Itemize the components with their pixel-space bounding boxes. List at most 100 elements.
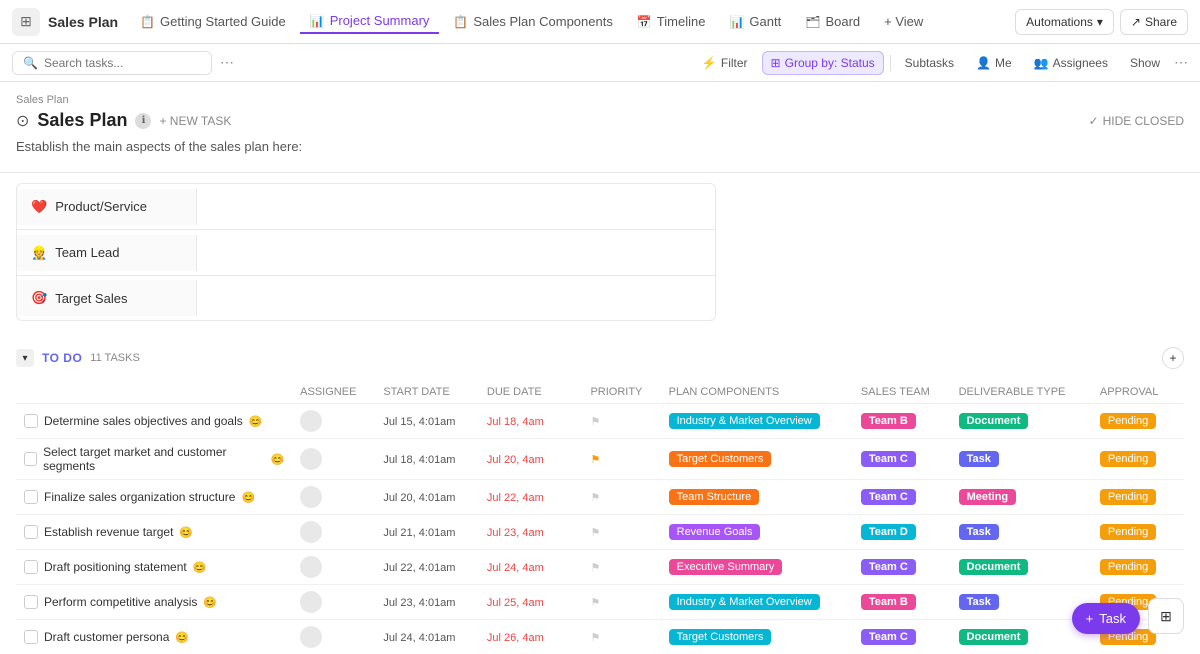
priority-flag[interactable]: ⚑ [590, 562, 600, 574]
approval-cell: Pending [1092, 550, 1184, 585]
task-checkbox[interactable] [24, 490, 38, 504]
team-chip[interactable]: Team B [861, 413, 916, 429]
deliverable-chip[interactable]: Document [959, 629, 1029, 645]
product-service-label: ❤️ Product/Service [17, 189, 197, 225]
deliverable-chip[interactable]: Task [959, 594, 999, 610]
priority-flag[interactable]: ⚑ [590, 492, 600, 504]
priority-flag[interactable]: ⚑ [590, 416, 600, 428]
priority-flag[interactable]: ⚑ [590, 632, 600, 644]
tab-sales-plan-components[interactable]: 📋 Sales Plan Components [443, 10, 622, 33]
plan-chip[interactable]: Target Customers [669, 629, 772, 645]
deliverable-chip[interactable]: Task [959, 524, 999, 540]
search-input[interactable] [44, 56, 184, 70]
target-sales-value[interactable] [197, 288, 715, 308]
task-name[interactable]: Perform competitive analysis [44, 595, 197, 609]
show-more-icon[interactable]: ⋯ [1174, 54, 1188, 71]
filter-button[interactable]: ⚡ Filter [694, 52, 756, 74]
team-chip[interactable]: Team C [861, 559, 916, 575]
priority-flag[interactable]: ⚑ [590, 597, 600, 609]
show-button[interactable]: Show [1122, 52, 1168, 74]
assignees-button[interactable]: 👥 Assignees [1026, 52, 1116, 74]
plan-chip[interactable]: Executive Summary [669, 559, 783, 575]
automations-button[interactable]: Automations ▾ [1015, 9, 1114, 35]
table-row: Select target market and customer segmen… [16, 439, 1184, 480]
info-icon[interactable]: ℹ [135, 113, 151, 129]
task-name[interactable]: Establish revenue target [44, 525, 173, 539]
deliverable-chip[interactable]: Document [959, 413, 1029, 429]
approval-chip[interactable]: Pending [1100, 413, 1156, 429]
task-checkbox[interactable] [24, 525, 38, 539]
priority-cell: ⚑ [582, 515, 660, 550]
col-header-priority: PRIORITY [582, 381, 660, 404]
chevron-down-icon: ▾ [1097, 15, 1103, 29]
approval-chip[interactable]: Pending [1100, 451, 1156, 467]
hide-closed-button[interactable]: ✓ HIDE CLOSED [1089, 114, 1184, 128]
deliverable-chip[interactable]: Task [959, 451, 999, 467]
add-view-button[interactable]: + View [874, 9, 933, 34]
deliverable-chip[interactable]: Meeting [959, 489, 1017, 505]
plan-chip[interactable]: Revenue Goals [669, 524, 761, 540]
task-checkbox[interactable] [24, 630, 38, 644]
breadcrumb: Sales Plan [16, 94, 1184, 106]
plan-chip[interactable]: Target Customers [669, 451, 772, 467]
share-button[interactable]: ↗ Share [1120, 9, 1188, 35]
group-by-button[interactable]: ⊞ Group by: Status [762, 51, 884, 75]
team-chip[interactable]: Team C [861, 451, 916, 467]
priority-cell: ⚑ [582, 439, 660, 480]
priority-flag[interactable]: ⚑ [590, 454, 600, 466]
team-chip[interactable]: Team D [861, 524, 916, 540]
task-checkbox[interactable] [24, 560, 38, 574]
task-name[interactable]: Determine sales objectives and goals [44, 414, 243, 428]
team-chip[interactable]: Team B [861, 594, 916, 610]
new-task-button[interactable]: + NEW TASK [159, 114, 231, 128]
section-toggle[interactable]: ▾ [16, 349, 34, 367]
approval-chip[interactable]: Pending [1100, 524, 1156, 540]
plan-chip[interactable]: Team Structure [669, 489, 760, 505]
priority-flag[interactable]: ⚑ [590, 527, 600, 539]
team-chip[interactable]: Team C [861, 489, 916, 505]
tab-getting-started[interactable]: 📋 Getting Started Guide [130, 10, 296, 33]
collapse-icon[interactable]: ⊙ [16, 111, 29, 131]
task-name[interactable]: Draft customer persona [44, 630, 169, 644]
due-date-cell: Jul 24, 4am [479, 550, 583, 585]
assignee-cell [292, 550, 375, 585]
start-date-cell: Jul 22, 4:01am [375, 550, 479, 585]
tab-board[interactable]: 🗂 Board [795, 10, 870, 33]
add-task-fab[interactable]: + Task [1072, 603, 1140, 634]
tab-timeline[interactable]: 📅 Timeline [627, 10, 716, 33]
approval-chip[interactable]: Pending [1100, 559, 1156, 575]
product-service-value[interactable] [197, 197, 715, 217]
plan-cell: Executive Summary [661, 550, 853, 585]
subtasks-button[interactable]: Subtasks [897, 52, 962, 74]
task-name[interactable]: Finalize sales organization structure [44, 490, 235, 504]
task-checkbox[interactable] [24, 414, 38, 428]
team-chip[interactable]: Team C [861, 629, 916, 645]
task-name[interactable]: Select target market and customer segmen… [43, 445, 264, 473]
plan-chip[interactable]: Industry & Market Overview [669, 594, 820, 610]
plan-cell: Target Customers [661, 439, 853, 480]
team-cell: Team C [853, 620, 951, 654]
tab-project-summary[interactable]: 📊 Project Summary [300, 9, 440, 34]
start-date-cell: Jul 15, 4:01am [375, 404, 479, 439]
approval-chip[interactable]: Pending [1100, 489, 1156, 505]
plan-chip[interactable]: Industry & Market Overview [669, 413, 820, 429]
avatar [300, 591, 322, 613]
sales-plan-header: Sales Plan ⊙ Sales Plan ℹ + NEW TASK ✓ H… [0, 82, 1200, 173]
tab-gantt[interactable]: 📊 Gantt [719, 10, 791, 33]
grid-view-button[interactable]: ⊞ [1148, 598, 1184, 634]
task-checkbox[interactable] [24, 452, 37, 466]
task-name[interactable]: Draft positioning statement [44, 560, 187, 574]
gantt-icon: 📊 [729, 15, 744, 29]
task-checkbox[interactable] [24, 595, 38, 609]
me-button[interactable]: 👤 Me [968, 52, 1020, 74]
deliverable-chip[interactable]: Document [959, 559, 1029, 575]
search-box[interactable]: 🔍 [12, 51, 212, 75]
start-date: Jul 24, 4:01am [383, 632, 455, 644]
team-lead-value[interactable] [197, 243, 715, 263]
priority-cell: ⚑ [582, 620, 660, 654]
more-options-icon[interactable]: ⋯ [220, 54, 234, 71]
due-date: Jul 18, 4am [487, 416, 544, 428]
deliverable-cell: Task [951, 585, 1092, 620]
add-section-button[interactable]: + [1162, 347, 1184, 369]
table-row: Draft positioning statement 😊 Jul 22, 4:… [16, 550, 1184, 585]
